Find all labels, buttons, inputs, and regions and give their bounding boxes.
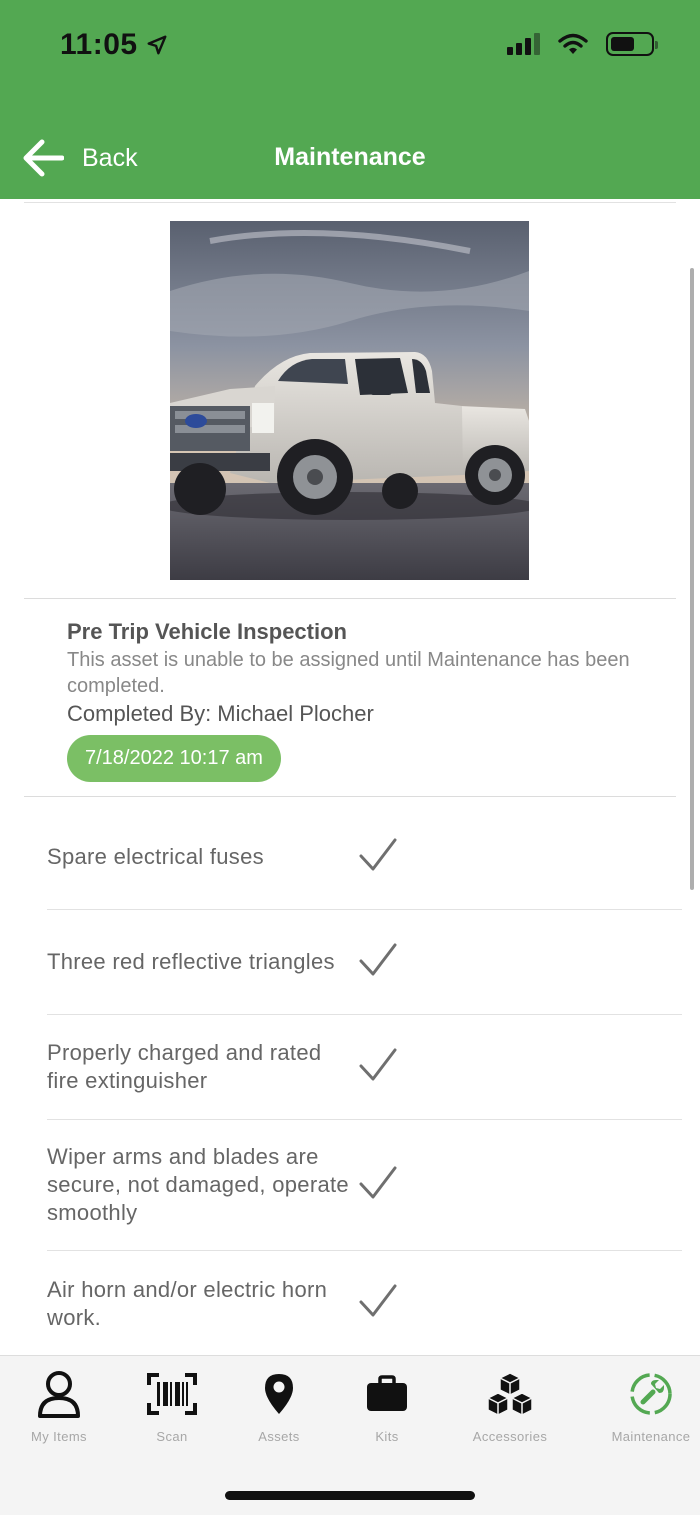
briefcase-icon [366, 1370, 408, 1418]
person-icon [37, 1370, 81, 1418]
tab-label: Maintenance [611, 1429, 691, 1444]
home-indicator[interactable] [225, 1491, 475, 1500]
checklist-item-label: Wiper arms and blades are secure, not da… [47, 1144, 349, 1225]
checklist-item-label: Properly charged and rated fire extingui… [47, 1040, 322, 1093]
app-header: 11:05 Back Maintenance [0, 0, 700, 199]
page-title: Maintenance [274, 143, 426, 171]
tab-scan[interactable]: Scan [142, 1370, 202, 1444]
checkmark-icon [359, 943, 397, 982]
status-time: 11:05 [60, 28, 168, 62]
checkmark-icon [359, 1166, 397, 1205]
map-pin-icon [263, 1370, 295, 1418]
tab-label: Scan [156, 1429, 188, 1444]
divider [24, 202, 676, 203]
completed-by-name: Michael Plocher [217, 701, 374, 726]
inspection-message: This asset is unable to be assigned unti… [67, 649, 630, 697]
checklist-item[interactable]: Air horn and/or electric horn work. [47, 1251, 682, 1355]
barcode-icon [147, 1370, 197, 1418]
tab-maintenance[interactable]: Maintenance [604, 1370, 698, 1444]
completion-date-badge: 7/18/2022 10:17 am [67, 735, 281, 782]
tab-label: Accessories [472, 1429, 548, 1444]
cellular-signal-icon [507, 33, 540, 55]
checklist: Spare electrical fuses Three red reflect… [47, 797, 682, 1355]
inspection-summary: Pre Trip Vehicle Inspection This asset i… [67, 619, 647, 782]
checkmark-icon [359, 838, 397, 877]
tab-my-items[interactable]: My Items [24, 1370, 94, 1444]
checklist-item[interactable]: Three red reflective triangles [47, 910, 682, 1015]
battery-icon [606, 32, 658, 56]
cubes-icon [485, 1370, 535, 1418]
maintenance-detail[interactable]: Pre Trip Vehicle Inspection This asset i… [0, 199, 700, 1355]
pickup-truck-image [170, 221, 529, 580]
checklist-item-label: Spare electrical fuses [47, 844, 264, 869]
tab-label: Assets [258, 1429, 300, 1444]
checklist-item-label: Three red reflective triangles [47, 949, 335, 974]
tab-label: Kits [375, 1429, 399, 1444]
tab-kits[interactable]: Kits [357, 1370, 417, 1444]
inspection-title: Pre Trip Vehicle Inspection [67, 619, 347, 644]
divider [24, 598, 676, 599]
checkmark-icon [359, 1048, 397, 1087]
status-indicators [507, 32, 658, 56]
tab-assets[interactable]: Assets [249, 1370, 309, 1444]
tab-label: My Items [31, 1429, 87, 1444]
checkmark-icon [359, 1284, 397, 1323]
checklist-item[interactable]: Properly charged and rated fire extingui… [47, 1015, 682, 1120]
wifi-icon [558, 33, 588, 54]
asset-photo [170, 221, 529, 580]
checklist-item-label: Air horn and/or electric horn work. [47, 1276, 328, 1330]
checklist-item[interactable]: Spare electrical fuses [47, 797, 682, 910]
location-arrow-icon [147, 35, 167, 55]
completed-by: Completed By: Michael Plocher [67, 701, 647, 727]
tab-accessories[interactable]: Accessories [465, 1370, 555, 1444]
completed-by-label: Completed By: [67, 701, 212, 726]
status-time-text: 11:05 [60, 28, 138, 61]
wrench-icon [629, 1370, 673, 1418]
checklist-item[interactable]: Wiper arms and blades are secure, not da… [47, 1120, 682, 1251]
scrollbar[interactable] [690, 268, 694, 890]
